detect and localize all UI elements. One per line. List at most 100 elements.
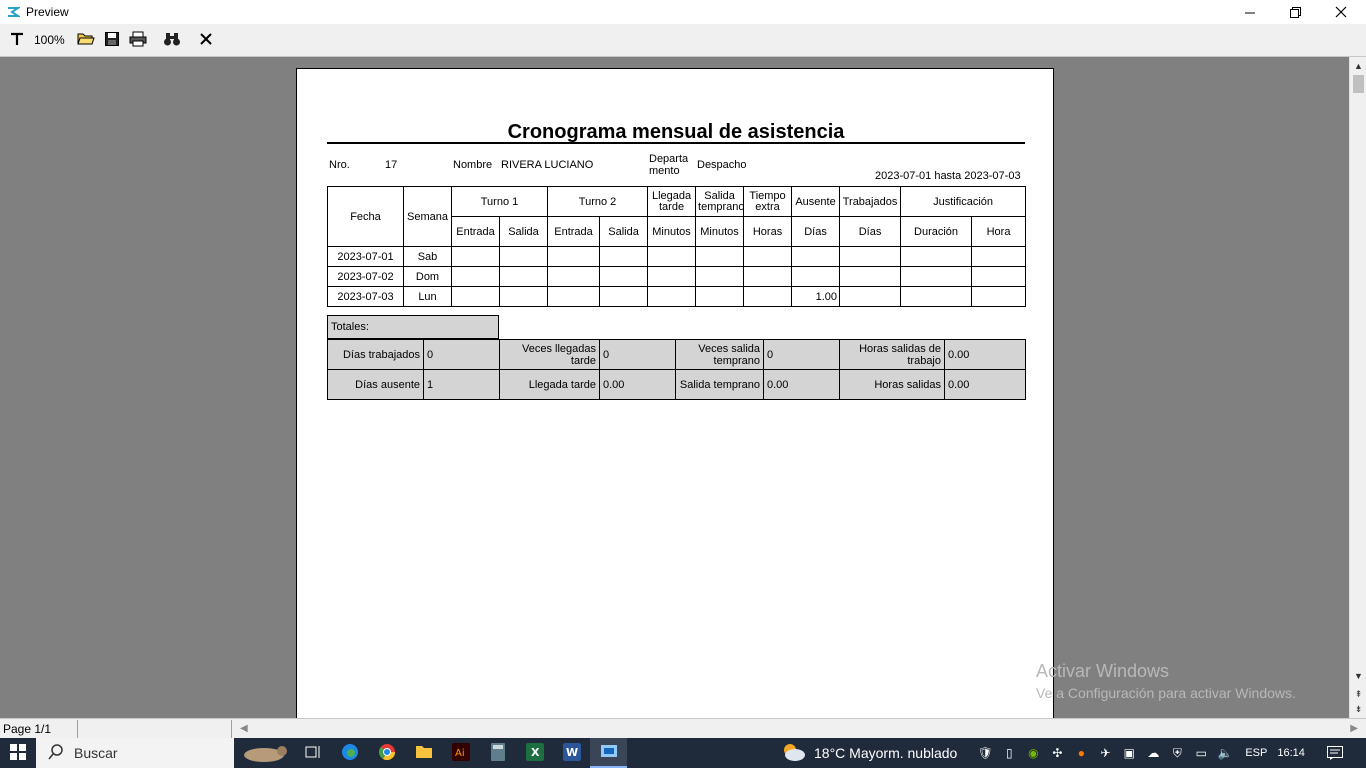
taskbar-wolf-image[interactable] bbox=[234, 738, 294, 768]
veces-salida-label: Veces salida temprano bbox=[675, 339, 764, 370]
preview-app[interactable] bbox=[590, 738, 627, 768]
horas-salidas-trabajo-label: Horas salidas de trabajo bbox=[839, 339, 945, 370]
salida-temprano-value: 0.00 bbox=[763, 369, 840, 400]
chrome-app[interactable] bbox=[368, 738, 405, 768]
activation-watermark-sub: Ve a Configuración para activar Windows. bbox=[1036, 685, 1296, 701]
task-view-icon bbox=[305, 744, 321, 763]
sub-horas: Horas bbox=[743, 216, 793, 247]
zoom-fit-button[interactable] bbox=[6, 28, 28, 52]
title-underline bbox=[327, 142, 1025, 144]
folder-icon bbox=[415, 744, 433, 763]
svg-text:X: X bbox=[531, 746, 540, 759]
meet-icon[interactable]: ▣ bbox=[1117, 738, 1141, 768]
row-fecha: 2023-07-02 bbox=[327, 266, 404, 287]
restore-button[interactable] bbox=[1272, 0, 1318, 24]
language-indicator[interactable]: ESP bbox=[1245, 747, 1267, 759]
avast-icon[interactable]: ● bbox=[1069, 738, 1093, 768]
weather-text[interactable]: 18°C Mayorm. nublado bbox=[814, 745, 957, 761]
word-app[interactable]: W bbox=[553, 738, 590, 768]
preview-app-icon bbox=[600, 743, 618, 762]
print-button[interactable] bbox=[127, 28, 149, 52]
col-salida-temprano: Salida temprano bbox=[695, 186, 745, 217]
network-icon[interactable]: ▭ bbox=[1189, 738, 1213, 768]
zoom-level[interactable]: 100% bbox=[34, 33, 65, 47]
windows-logo-icon bbox=[10, 743, 26, 763]
row-semana: Sab bbox=[403, 246, 452, 267]
row-fecha: 2023-07-01 bbox=[327, 246, 404, 267]
close-preview-button[interactable] bbox=[195, 28, 217, 52]
excel-app[interactable]: X bbox=[516, 738, 553, 768]
horas-salidas-label: Horas salidas bbox=[839, 369, 945, 400]
dias-ausente-label: Días ausente bbox=[327, 369, 424, 400]
scroll-thumb[interactable] bbox=[1353, 75, 1364, 93]
volume-icon[interactable]: 🔈 bbox=[1213, 738, 1237, 768]
report-page: Cronograma mensual de asistencia Nro. 17… bbox=[296, 68, 1054, 718]
col-turno2: Turno 2 bbox=[547, 186, 649, 217]
notifications-icon[interactable] bbox=[1323, 738, 1347, 768]
nombre-value: RIVERA LUCIANO bbox=[501, 159, 594, 171]
save-button[interactable] bbox=[101, 28, 123, 52]
report-title: Cronograma mensual de asistencia bbox=[507, 121, 845, 143]
svg-text:Ai: Ai bbox=[455, 748, 465, 759]
nro-value: 17 bbox=[385, 159, 398, 171]
find-button[interactable] bbox=[161, 28, 183, 52]
taskbar-search[interactable]: Buscar bbox=[36, 738, 234, 768]
sub-salida-1: Salida bbox=[498, 216, 549, 247]
col-semana: Semana bbox=[403, 186, 452, 247]
usb-icon[interactable]: ▯ bbox=[997, 738, 1021, 768]
network-tool-icon[interactable]: ✣ bbox=[1045, 738, 1069, 768]
toolbar: 100% bbox=[0, 24, 1366, 57]
onedrive-icon[interactable]: ☁ bbox=[1141, 738, 1165, 768]
nvidia-icon[interactable]: ◉ bbox=[1021, 738, 1045, 768]
calculator-app[interactable] bbox=[479, 738, 516, 768]
scroll-up-icon[interactable]: ▲ bbox=[1350, 59, 1366, 73]
table-row: 2023-07-02 Dom bbox=[327, 266, 1027, 287]
zoom-icon bbox=[9, 31, 25, 50]
sub-minutos-1: Minutos bbox=[647, 216, 697, 247]
edge-icon bbox=[341, 743, 359, 764]
task-view-button[interactable] bbox=[294, 738, 331, 768]
binoculars-icon bbox=[163, 31, 181, 50]
row-ausente bbox=[791, 246, 841, 267]
horizontal-scrollbar[interactable]: ◀ ▶ bbox=[232, 720, 1366, 738]
minimize-button[interactable] bbox=[1227, 0, 1273, 24]
veces-llegadas-value: 0 bbox=[599, 339, 676, 370]
app-icon bbox=[5, 4, 21, 20]
scroll-down-icon[interactable]: ▼ bbox=[1350, 669, 1366, 683]
illustrator-app[interactable]: Ai bbox=[442, 738, 479, 768]
salida-temprano-label: Salida temprano bbox=[675, 369, 764, 400]
sub-entrada-2: Entrada bbox=[547, 216, 601, 247]
start-button[interactable] bbox=[0, 738, 36, 768]
chrome-icon bbox=[378, 743, 396, 764]
col-turno1: Turno 1 bbox=[450, 186, 549, 217]
activation-watermark: Activar Windows bbox=[1036, 661, 1170, 681]
close-window-button[interactable] bbox=[1318, 0, 1364, 24]
open-button[interactable] bbox=[75, 28, 97, 52]
row-semana: Dom bbox=[403, 266, 452, 287]
row-ausente bbox=[791, 266, 841, 287]
page-up-icon[interactable]: ⇞ bbox=[1350, 687, 1366, 701]
edge-app[interactable] bbox=[331, 738, 368, 768]
table-row: 2023-07-01 Sab bbox=[327, 246, 1027, 267]
word-icon: W bbox=[562, 742, 581, 764]
file-explorer-app[interactable] bbox=[405, 738, 442, 768]
table-row: 2023-07-03 Lun 1.00 bbox=[327, 286, 1027, 307]
col-llegada-tarde: Llegada tarde bbox=[647, 186, 697, 217]
tools-icon[interactable]: ✈ bbox=[1093, 738, 1117, 768]
sub-salida-2: Salida bbox=[599, 216, 649, 247]
scroll-left-icon[interactable]: ◀ bbox=[240, 723, 248, 734]
scroll-right-icon[interactable]: ▶ bbox=[1350, 723, 1358, 734]
security-icon[interactable]: ⛨ bbox=[1165, 738, 1189, 768]
horas-salidas-value: 0.00 bbox=[944, 369, 1026, 400]
vertical-scrollbar[interactable]: ▲ ▼ ⇞ ⇟ bbox=[1349, 57, 1366, 718]
llegada-tarde-label: Llegada tarde bbox=[499, 369, 600, 400]
close-icon bbox=[199, 32, 213, 49]
page-down-icon[interactable]: ⇟ bbox=[1350, 702, 1366, 716]
sub-hora: Hora bbox=[971, 216, 1027, 247]
clock[interactable]: 16:14 bbox=[1277, 747, 1305, 759]
preview-viewport[interactable]: Cronograma mensual de asistencia Nro. 17… bbox=[0, 57, 1349, 718]
attendance-table: Fecha Semana Turno 1 Turno 2 Llegada tar… bbox=[327, 186, 1027, 307]
weather-icon[interactable] bbox=[780, 742, 806, 765]
shield-icon[interactable]: 🛡 bbox=[973, 738, 997, 768]
dias-trabajados-label: Días trabajados bbox=[327, 339, 424, 370]
